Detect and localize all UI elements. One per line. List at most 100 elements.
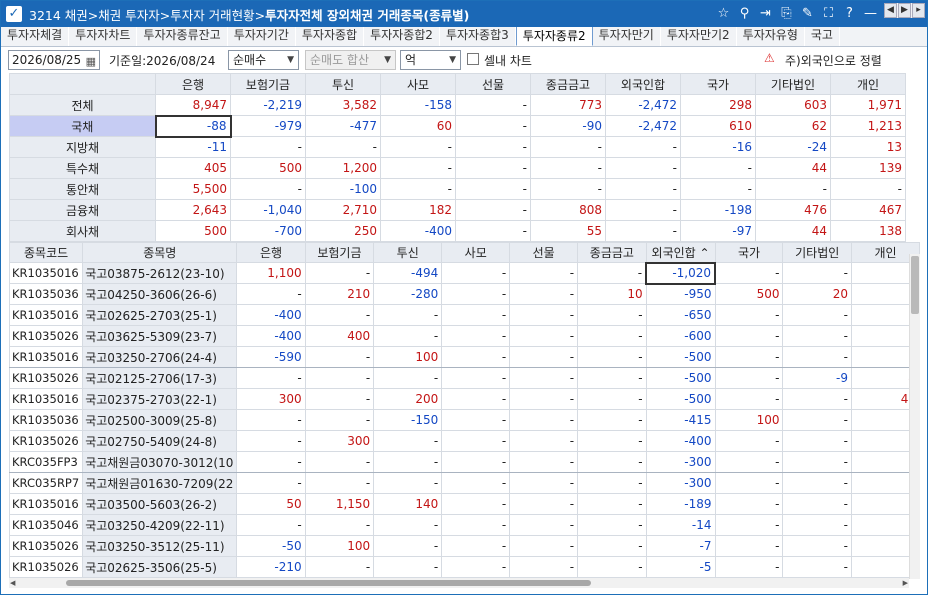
bond-code-cell[interactable]: KR1035016 <box>9 262 84 284</box>
detail-cell[interactable]: 100 <box>714 409 784 431</box>
detail-cell[interactable]: - <box>714 388 784 410</box>
tab-4[interactable]: 투자자종합 <box>296 27 365 46</box>
detail-cell[interactable]: 1,100 <box>236 262 306 284</box>
column-header[interactable]: 기타법인 <box>755 73 831 95</box>
detail-cell[interactable]: 500 <box>714 283 784 305</box>
summary-row[interactable]: 회사채 500 -700 250 -400-55- -97 44 138 <box>9 220 906 242</box>
detail-cell[interactable]: - <box>714 493 784 515</box>
detail-cell[interactable]: - <box>373 325 443 347</box>
summary-cell[interactable]: -1,040 <box>230 199 306 221</box>
tab-1[interactable]: 투자자차트 <box>69 27 138 46</box>
summary-cell[interactable]: - <box>605 199 681 221</box>
row-header[interactable]: 지방채 <box>9 136 156 158</box>
row-header[interactable]: 통안채 <box>9 178 156 200</box>
summary-cell[interactable]: 298 <box>680 94 756 116</box>
horizontal-scrollbar[interactable]: ◀ ▶ <box>9 578 909 588</box>
detail-cell[interactable]: 10 <box>577 283 647 305</box>
tab-5[interactable]: 투자자종합2 <box>364 27 440 46</box>
summary-cell[interactable]: - <box>605 157 681 179</box>
row-header[interactable]: 국채 <box>9 115 156 137</box>
tab-6[interactable]: 투자자종합3 <box>440 27 516 46</box>
bond-code-cell[interactable]: KR1035036 <box>9 409 84 431</box>
tab-2[interactable]: 투자자종류잔고 <box>137 27 228 46</box>
summary-row[interactable]: 특수채 405 500 1,200- - - - -44 139 <box>9 157 906 179</box>
summary-cell[interactable]: - <box>455 178 531 200</box>
detail-cell[interactable]: - <box>373 451 443 473</box>
detail-cell[interactable]: - <box>236 430 306 452</box>
detail-cell[interactable]: - <box>304 262 375 284</box>
detail-cell[interactable]: - <box>782 514 852 536</box>
summary-cell[interactable]: -400 <box>380 220 456 242</box>
summary-cell[interactable]: 603 <box>755 94 831 116</box>
detail-cell[interactable]: - <box>304 346 375 368</box>
bond-name-cell[interactable]: 국고02625-3506(25-5) <box>82 556 238 578</box>
summary-cell[interactable]: - <box>305 136 381 158</box>
detail-cell[interactable]: - <box>714 430 784 452</box>
detail-cell[interactable]: - <box>236 409 306 431</box>
detail-cell[interactable]: - <box>441 556 511 578</box>
column-header[interactable]: 은행 <box>236 242 306 263</box>
detail-cell[interactable]: - <box>373 304 443 326</box>
summary-cell[interactable]: - <box>530 178 606 200</box>
summary-cell[interactable]: 182 <box>380 199 456 221</box>
detail-cell[interactable]: - <box>304 514 375 536</box>
detail-cell[interactable]: -494 <box>373 262 443 284</box>
detail-cell[interactable]: -300 <box>645 451 716 473</box>
summary-cell[interactable]: -979 <box>230 115 306 137</box>
summary-cell[interactable]: - <box>530 136 606 158</box>
bond-name-cell[interactable]: 국고02625-2703(25-1) <box>82 304 238 326</box>
detail-cell[interactable]: - <box>782 346 852 368</box>
summary-cell[interactable]: - <box>455 220 531 242</box>
bond-name-cell[interactable]: 국고03250-2706(24-4) <box>82 346 238 368</box>
bond-name-cell[interactable]: 국고03250-3512(25-11) <box>82 535 238 557</box>
detail-cell[interactable]: - <box>577 556 647 578</box>
column-header[interactable]: 기타법인 <box>782 242 852 263</box>
detail-cell[interactable]: - <box>577 493 647 515</box>
detail-cell[interactable]: - <box>441 367 511 389</box>
summary-cell[interactable]: - <box>380 178 456 200</box>
minimize-icon[interactable]: — <box>862 5 879 22</box>
detail-cell[interactable]: - <box>509 346 579 368</box>
detail-cell[interactable]: 100 <box>373 346 443 368</box>
scroll-left-icon[interactable]: ◀ <box>10 578 15 588</box>
detail-cell[interactable]: - <box>577 262 647 284</box>
detail-cell[interactable]: - <box>509 472 579 494</box>
column-header[interactable]: 종금금고 <box>530 73 606 95</box>
detail-cell[interactable]: -400 <box>236 304 306 326</box>
summary-cell[interactable]: - <box>605 178 681 200</box>
detail-cell[interactable]: -600 <box>645 325 716 347</box>
column-header[interactable]: 사모 <box>441 242 511 263</box>
table-row[interactable]: KR1035026 국고02125-2706(17-3) - - - - - - -500- -9… <box>9 367 920 389</box>
detail-cell[interactable]: - <box>441 430 511 452</box>
detail-cell[interactable]: - <box>304 472 375 494</box>
tab-8[interactable]: 투자자만기 <box>593 27 661 46</box>
summary-cell[interactable]: - <box>455 115 531 137</box>
expand-icon[interactable]: ⛶ <box>820 5 837 22</box>
summary-cell[interactable]: 773 <box>530 94 606 116</box>
row-header[interactable]: 회사채 <box>9 220 156 242</box>
detail-cell[interactable]: -500 <box>645 346 716 368</box>
detail-cell[interactable]: -300 <box>645 472 716 494</box>
bond-code-cell[interactable]: KRC035RP7 <box>9 472 84 494</box>
summary-cell[interactable]: 1,971 <box>830 94 906 116</box>
bond-code-cell[interactable]: KR1035026 <box>9 367 84 389</box>
detail-cell[interactable]: - <box>236 367 306 389</box>
vertical-scrollbar[interactable] <box>909 254 920 579</box>
detail-cell[interactable]: -950 <box>645 283 716 305</box>
detail-cell[interactable]: - <box>782 304 852 326</box>
detail-cell[interactable]: - <box>782 493 852 515</box>
detail-cell[interactable]: - <box>714 367 784 389</box>
summary-cell[interactable]: -88 <box>154 114 232 138</box>
detail-cell[interactable]: - <box>782 409 852 431</box>
column-header[interactable]: 선물 <box>509 242 579 263</box>
summary-cell[interactable]: - <box>755 178 831 200</box>
detail-cell[interactable]: - <box>577 388 647 410</box>
detail-cell[interactable]: - <box>509 283 579 305</box>
table-row[interactable]: KR1035026 국고03250-3512(25-11) -50 100- - - - -7… <box>9 535 920 557</box>
export-icon[interactable]: ⇥ <box>757 5 774 22</box>
detail-cell[interactable]: 400 <box>304 325 375 347</box>
column-header[interactable]: 보험기금 <box>304 242 375 263</box>
tab-3[interactable]: 투자자기간 <box>228 27 296 46</box>
summary-cell[interactable]: - <box>605 220 681 242</box>
bond-name-cell[interactable]: 국고03250-4209(22-11) <box>82 514 238 536</box>
